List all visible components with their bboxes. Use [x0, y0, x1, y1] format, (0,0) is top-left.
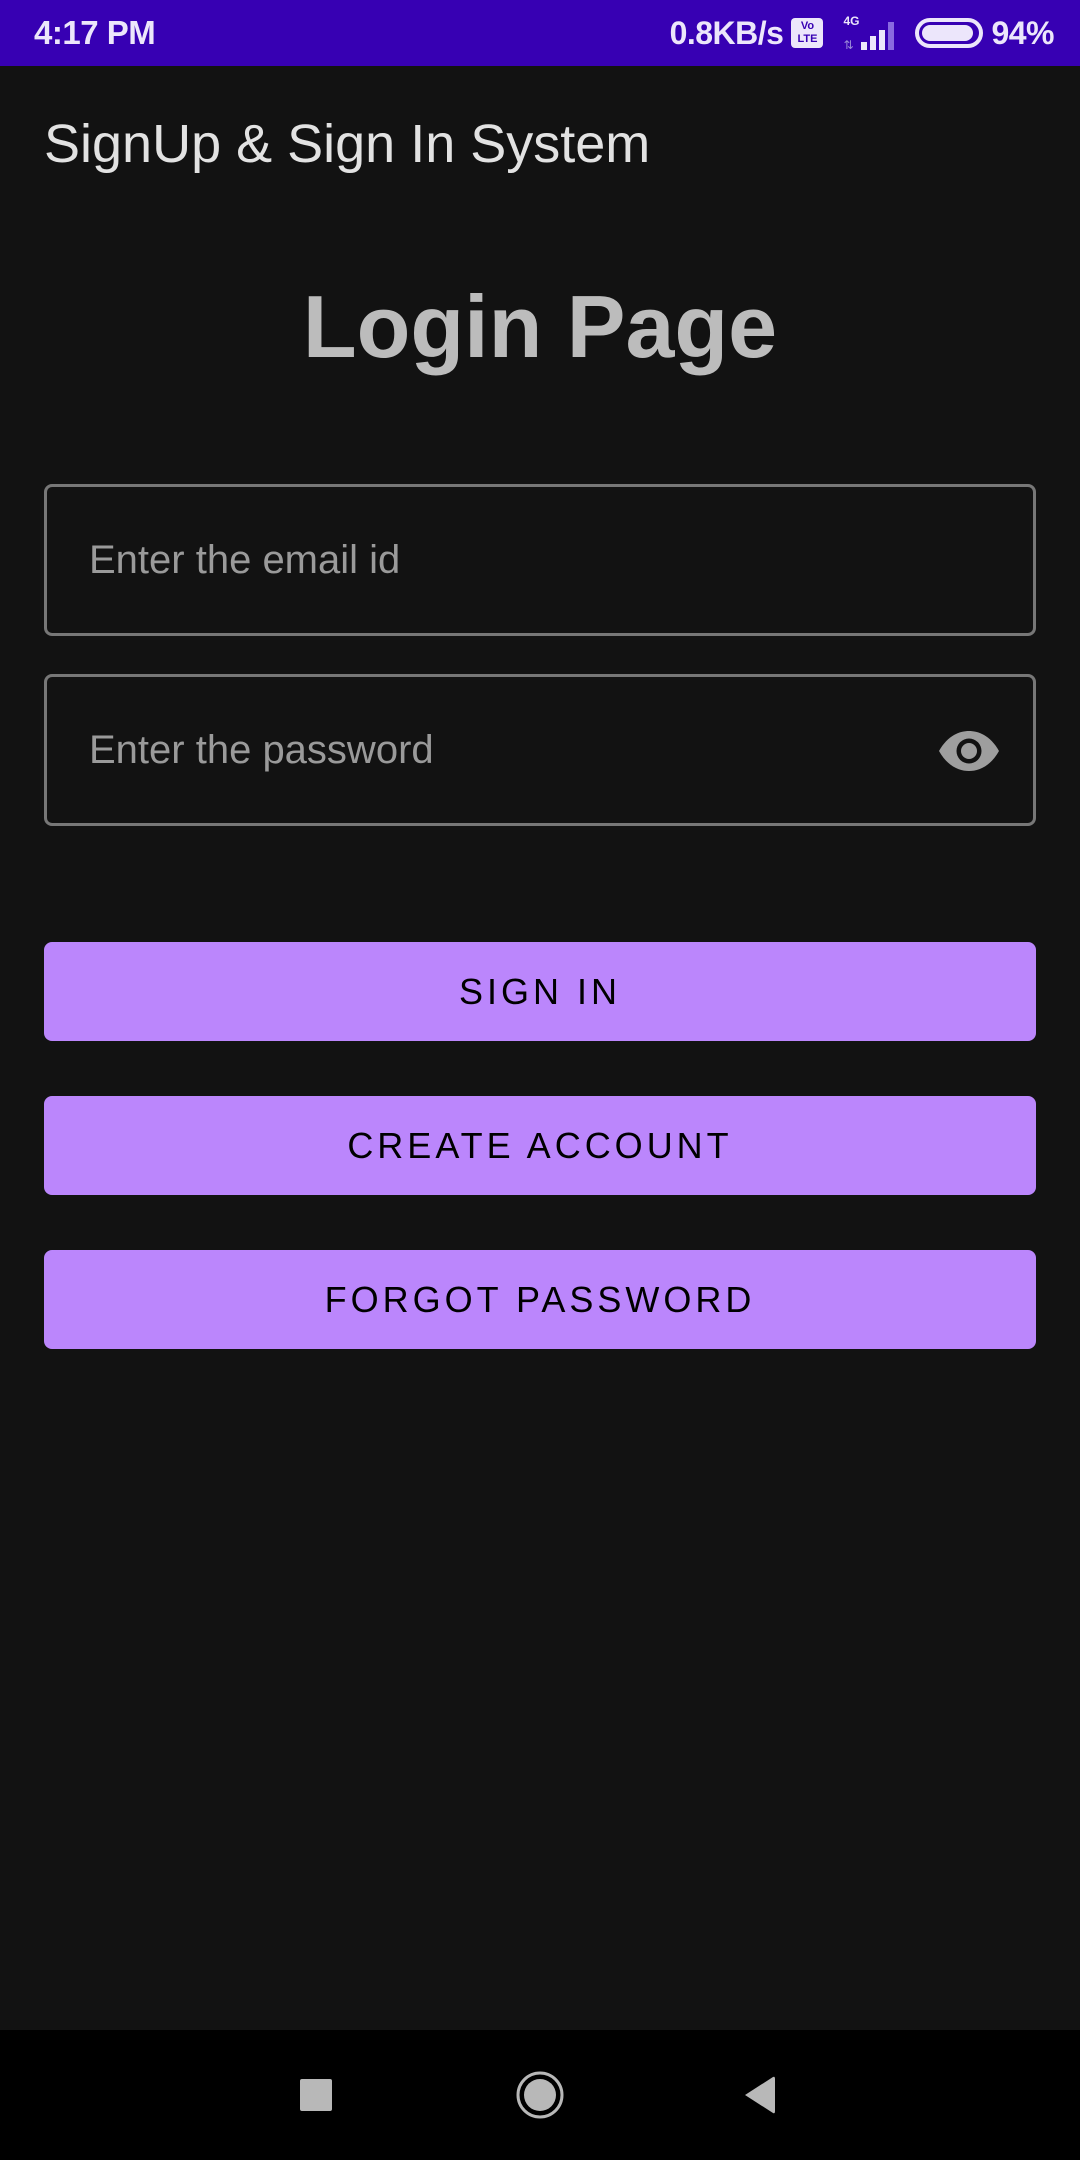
- signal-bar: [870, 36, 877, 50]
- email-input[interactable]: [89, 487, 909, 633]
- signal-bars-icon: 4G ⇅: [843, 14, 899, 52]
- volte-icon: Vo LTE: [791, 18, 824, 48]
- email-field[interactable]: [44, 484, 1036, 636]
- password-visibility-toggle[interactable]: [937, 723, 1001, 779]
- password-field[interactable]: [44, 674, 1036, 826]
- battery-icon: [915, 18, 984, 48]
- battery-percent: 94%: [991, 14, 1054, 51]
- system-nav-bar: [0, 2030, 1080, 2160]
- battery-fill: [922, 25, 974, 41]
- square-recents-icon: [300, 2079, 332, 2111]
- signal-bar: [861, 42, 868, 50]
- forgot-password-button[interactable]: FORGOT PASSWORD: [44, 1250, 1036, 1349]
- password-input[interactable]: [89, 677, 909, 823]
- volte-top-text: Vo: [800, 20, 815, 32]
- network-speed: 0.8KB/s: [669, 14, 784, 51]
- status-indicators: 0.8KB/s Vo LTE 4G ⇅ 94%: [669, 12, 1055, 54]
- eye-icon: [939, 731, 999, 771]
- recents-button[interactable]: [256, 2030, 376, 2160]
- triangle-back-icon: [745, 2076, 775, 2114]
- home-button[interactable]: [480, 2030, 600, 2160]
- app-title: SignUp & Sign In System: [44, 114, 651, 174]
- create-account-button[interactable]: CREATE ACCOUNT: [44, 1096, 1036, 1195]
- signal-bar: [879, 30, 886, 50]
- signal-bar: [888, 22, 895, 50]
- network-type: 4G: [843, 14, 860, 28]
- status-bar: 4:17 PM 0.8KB/s Vo LTE 4G ⇅ 94%: [0, 0, 1080, 66]
- volte-bottom-text: LTE: [797, 33, 818, 45]
- sign-in-button[interactable]: SIGN IN: [44, 942, 1036, 1041]
- status-time: 4:17 PM: [34, 14, 156, 51]
- data-arrows-icon: ⇅: [843, 38, 854, 52]
- circle-home-icon: [516, 2071, 564, 2119]
- page-title: Login Page: [302, 277, 778, 376]
- back-button[interactable]: [700, 2030, 820, 2160]
